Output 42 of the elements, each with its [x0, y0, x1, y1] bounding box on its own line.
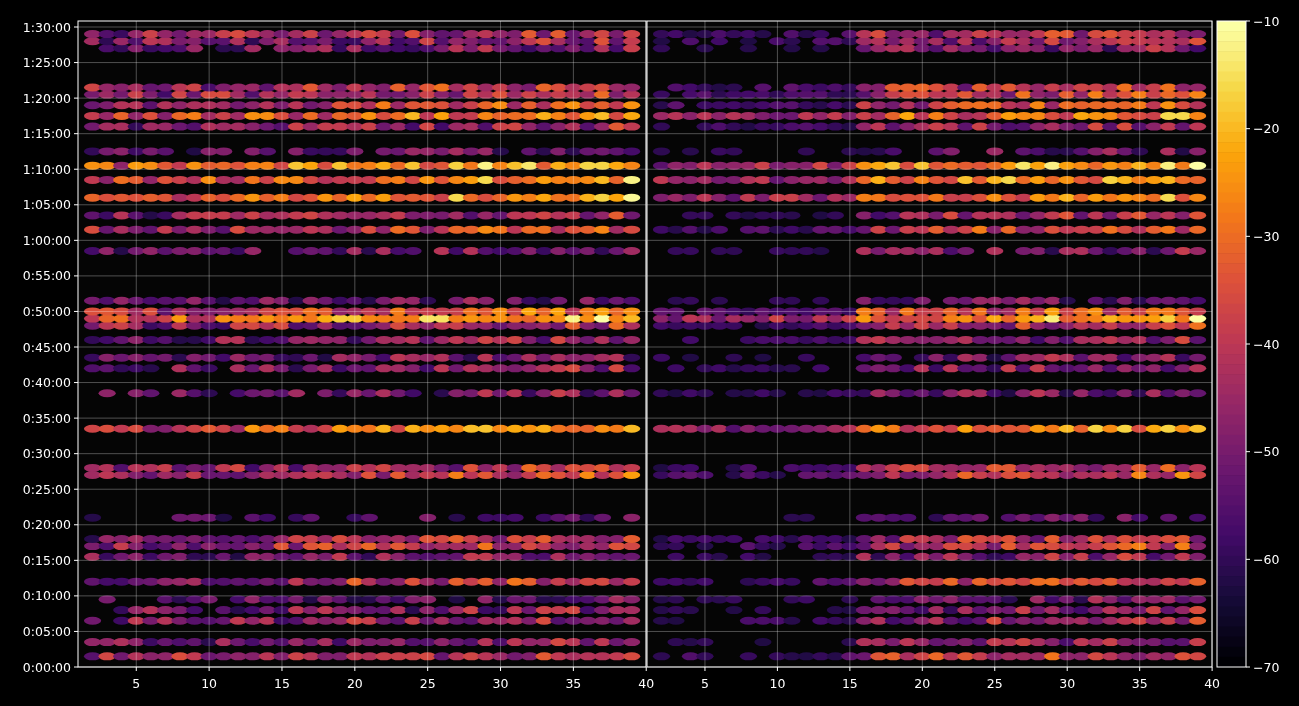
axis-tick-label: 0:35:00 — [22, 410, 71, 426]
axis-tick-label: 1:15:00 — [22, 126, 71, 142]
axis-tick-label: 0:45:00 — [22, 339, 71, 355]
axis-tick-label: 1:10:00 — [22, 161, 71, 177]
axis-tick-label: 20 — [346, 676, 363, 691]
axis-tick-label: 25 — [986, 676, 1003, 691]
axis-tick-label: 0:20:00 — [22, 517, 71, 533]
axis-tick-label: 0:00:00 — [22, 659, 71, 675]
axis-tick-label: 0:25:00 — [22, 481, 71, 497]
axis-tick-label: 35 — [565, 676, 582, 691]
colorbar-tick-label: −40 — [1253, 336, 1280, 352]
axis-tick-label: 25 — [419, 676, 436, 691]
axis-tick-label: 1:30:00 — [22, 19, 71, 35]
axis-tick-label: 0:05:00 — [22, 623, 71, 639]
axis-tick-label: 40 — [1204, 676, 1221, 691]
axis-tick-label: 1:20:00 — [22, 90, 71, 106]
axis-tick-label: 30 — [1059, 676, 1076, 691]
axis-tick-label: 1:05:00 — [22, 197, 71, 213]
axis-tick-label: 0:15:00 — [22, 552, 71, 568]
axis-tick-label: 35 — [1131, 676, 1148, 691]
axis-tick-label: 15 — [841, 676, 858, 691]
axis-tick-label: 30 — [492, 676, 509, 691]
axis-tick-label: 10 — [201, 676, 218, 691]
axis-tick-label: 40 — [638, 676, 655, 691]
axis-tick-label: 0:55:00 — [22, 268, 71, 284]
axis-tick-label: 1:00:00 — [22, 232, 71, 248]
axis-tick-label: 0:30:00 — [22, 446, 71, 462]
axis-tick-label: 20 — [914, 676, 931, 691]
axis-tick-label: 5 — [132, 676, 141, 691]
colorbar-tick-label: −60 — [1253, 551, 1280, 567]
axis-tick-label: 1:25:00 — [22, 55, 71, 71]
colorbar-tick-label: −30 — [1253, 228, 1280, 244]
axis-tick-label: 5 — [701, 676, 709, 691]
colorbar-tick-label: −10 — [1253, 13, 1280, 29]
colorbar-tick-label: −70 — [1253, 659, 1280, 675]
axis-tick-label: 0:40:00 — [22, 375, 71, 391]
colorbar-tick-label: −50 — [1253, 444, 1280, 460]
axis-tick-label: 10 — [769, 676, 786, 691]
axis-tick-label: 15 — [274, 676, 290, 691]
axis-tick-label: 0:50:00 — [22, 303, 71, 319]
axis-tick-label: 0:10:00 — [22, 588, 71, 604]
colorbar-tick-label: −20 — [1253, 121, 1280, 137]
